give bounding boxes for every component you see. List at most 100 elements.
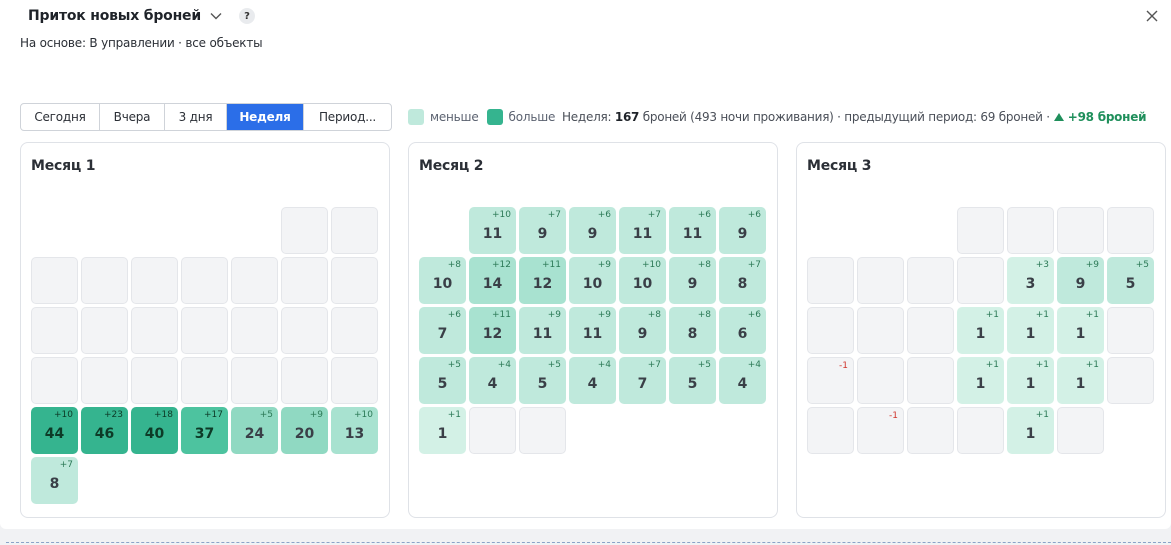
calendar-day-empty: [281, 307, 328, 354]
calendar-day: 1 +1: [419, 407, 466, 454]
calendar-day-empty: [331, 307, 378, 354]
widget-panel: Приток новых броней ? На основе: В управ…: [0, 0, 1171, 529]
day-bookings-count: 9: [737, 226, 748, 242]
calendar-day: 10 +9: [569, 257, 616, 304]
day-delta: +5: [697, 360, 711, 370]
day-delta: +1: [1035, 310, 1049, 320]
calendar-day: 10 +8: [419, 257, 466, 304]
day-bookings-count: 20: [294, 426, 315, 442]
calendar-day: 5 +5: [519, 357, 566, 404]
day-delta: +17: [204, 410, 223, 420]
day-delta: +4: [597, 360, 611, 370]
day-delta: +9: [597, 310, 611, 320]
day-bookings-count: 12: [482, 326, 503, 342]
day-bookings-count: 8: [737, 276, 748, 292]
calendar-day-empty: [1007, 207, 1054, 254]
arrow-up-icon: [1053, 113, 1064, 121]
period-today-button[interactable]: Сегодня: [21, 104, 100, 130]
period-week-button[interactable]: Неделя: [227, 104, 304, 130]
day-delta: +12: [492, 260, 511, 270]
calendar-day: 4 +4: [719, 357, 766, 404]
day-bookings-count: 4: [587, 376, 598, 392]
day-bookings-count: 11: [632, 226, 653, 242]
calendar-day: 9 +9: [1057, 257, 1104, 304]
day-bookings-count: 11: [582, 326, 603, 342]
calendar-day-empty: [957, 207, 1004, 254]
calendar-day-empty: [331, 357, 378, 404]
day-delta: +18: [154, 410, 173, 420]
month-title: Месяц 2: [419, 158, 484, 174]
calendar-day-empty: [231, 257, 278, 304]
day-bookings-count: 10: [582, 276, 603, 292]
day-bookings-count: 9: [587, 226, 598, 242]
day-bookings-count: 8: [49, 476, 60, 492]
day-delta: +6: [597, 210, 611, 220]
calendar-day-empty: [31, 357, 78, 404]
day-bookings-count: 7: [437, 326, 448, 342]
day-delta: +11: [492, 310, 511, 320]
day-delta: +11: [542, 260, 561, 270]
calendar-day: 1 +1: [1057, 307, 1104, 354]
day-bookings-count: 24: [244, 426, 265, 442]
calendar-day-empty: [331, 257, 378, 304]
calendar-day-empty: [519, 407, 566, 454]
calendar-day-empty: [1107, 207, 1154, 254]
calendar-day: 12 +11: [519, 257, 566, 304]
calendar-day-empty: [181, 357, 228, 404]
chevron-down-icon[interactable]: [206, 6, 226, 26]
day-delta: +1: [1085, 360, 1099, 370]
day-bookings-count: 9: [687, 276, 698, 292]
day-delta: +5: [1135, 260, 1149, 270]
day-delta: +6: [447, 310, 461, 320]
calendar-day-empty: [81, 307, 128, 354]
calendar-day: 6 +6: [719, 307, 766, 354]
calendar-day: 7 +7: [619, 357, 666, 404]
day-bookings-count: 5: [537, 376, 548, 392]
day-delta: +7: [747, 260, 761, 270]
calendar-day-empty: -1: [807, 357, 854, 404]
summary-growth-value: +98 броней: [1067, 110, 1147, 124]
day-bookings-count: 1: [1025, 326, 1036, 342]
calendar-day: 11 +6: [669, 207, 716, 254]
period-3days-button[interactable]: 3 дня: [165, 104, 227, 130]
calendar-day-empty: [81, 257, 128, 304]
calendar-day: 4 +4: [469, 357, 516, 404]
calendar-day: 9 +6: [569, 207, 616, 254]
day-delta: +8: [697, 310, 711, 320]
calendar-day-empty: [281, 207, 328, 254]
day-delta: +23: [104, 410, 123, 420]
widget-title: Приток новых броней: [28, 8, 201, 24]
summary-growth: +98 броней: [1053, 110, 1147, 124]
calendar-day-empty: [907, 307, 954, 354]
calendar-day-empty: [807, 307, 854, 354]
day-delta: +3: [1035, 260, 1049, 270]
period-summary: Неделя: 167 броней (493 ночи проживания)…: [562, 109, 1147, 125]
day-bookings-count: 1: [975, 326, 986, 342]
day-delta: +1: [1035, 410, 1049, 420]
calendar-day-empty: [907, 357, 954, 404]
legend-swatch-less: [408, 109, 424, 125]
calendar-day: 1 +1: [1057, 357, 1104, 404]
calendar-day-empty: [957, 407, 1004, 454]
calendar-day-empty: [231, 307, 278, 354]
calendar-day-empty: [1057, 407, 1104, 454]
day-delta: +5: [259, 410, 273, 420]
day-delta: +7: [547, 210, 561, 220]
period-selector: Сегодня Вчера 3 дня Неделя Период...: [20, 103, 392, 131]
close-icon[interactable]: [1145, 8, 1159, 22]
calendar-day-empty: [807, 407, 854, 454]
calendar-day-empty: [81, 357, 128, 404]
calendar-day: 7 +6: [419, 307, 466, 354]
day-bookings-count: 7: [637, 376, 648, 392]
widget-header: Приток новых броней ?: [28, 6, 255, 26]
day-bookings-count: 44: [44, 426, 65, 442]
calendar-day-empty: [1107, 307, 1154, 354]
day-bookings-count: 9: [537, 226, 548, 242]
calendar-day: 1 +1: [1007, 307, 1054, 354]
help-icon[interactable]: ?: [238, 8, 255, 24]
period-yesterday-button[interactable]: Вчера: [100, 104, 165, 130]
day-delta: +6: [747, 210, 761, 220]
calendar-day: 11 +9: [519, 307, 566, 354]
period-custom-button[interactable]: Период...: [304, 104, 391, 130]
day-delta: +8: [697, 260, 711, 270]
